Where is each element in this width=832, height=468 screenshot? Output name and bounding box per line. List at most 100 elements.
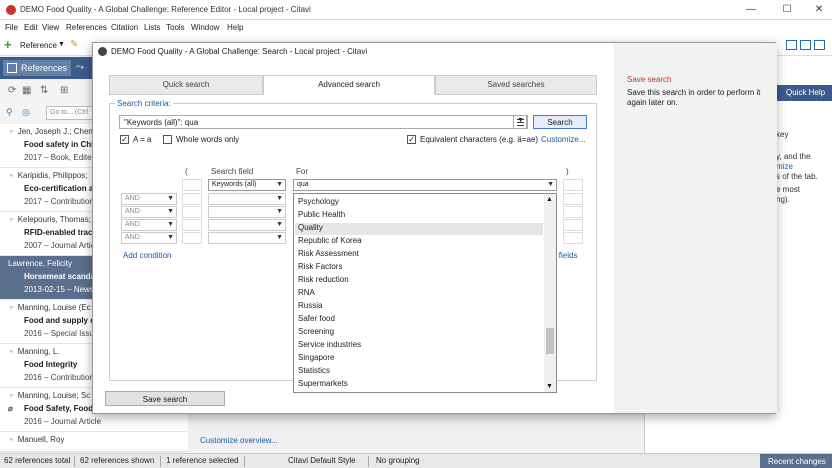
tab-quick-search[interactable]: Quick search — [109, 75, 263, 95]
add-condition-link[interactable]: Add condition — [123, 251, 171, 260]
menu-file[interactable]: File — [5, 23, 18, 32]
menu-help[interactable]: Help — [227, 23, 243, 32]
close-paren-box[interactable] — [563, 206, 583, 218]
maximize-icon[interactable]: ☐ — [780, 3, 794, 17]
dropdown-item[interactable]: Screening — [298, 327, 334, 339]
operator-select[interactable]: AND ▼ — [121, 232, 177, 244]
recent-changes-button[interactable]: Recent changes — [760, 454, 832, 468]
reference-author: Manning, L. — [17, 347, 60, 356]
reference-meta: 2016 – Journal Article — [24, 417, 101, 426]
open-paren-header: ( — [185, 167, 188, 176]
reference-button[interactable]: Reference — [20, 41, 57, 50]
open-paren-box[interactable] — [182, 219, 202, 231]
close-paren-box[interactable] — [563, 193, 583, 205]
grouping[interactable]: No grouping — [376, 456, 420, 465]
keyword-dropdown-list[interactable]: Psychology Public Health Quality Republi… — [293, 193, 557, 393]
dropdown-item[interactable]: RNA — [298, 288, 315, 300]
dropdown-item[interactable]: Risk Factors — [298, 262, 342, 274]
help-text-fragment: ng). — [776, 195, 790, 204]
search-field-select[interactable]: Keywords (all) ▼ — [208, 179, 286, 191]
status-bar: 62 references total 62 references shown … — [0, 453, 832, 468]
dropdown-item-highlighted[interactable]: Quality — [295, 223, 543, 235]
minimize-icon[interactable]: — — [744, 3, 758, 17]
close-paren-box[interactable] — [563, 219, 583, 231]
operator-value: AND — [125, 221, 140, 228]
menu-view[interactable]: View — [42, 23, 59, 32]
scrollbar-thumb[interactable] — [546, 328, 554, 354]
dropdown-item[interactable]: Psychology — [298, 197, 339, 209]
refresh-icon[interactable]: ⟳ — [8, 85, 16, 96]
case-insensitive-checkbox[interactable]: ✓ — [120, 135, 129, 144]
layout-icon[interactable] — [786, 40, 797, 50]
search-field-select[interactable]: ▼ — [208, 232, 286, 244]
menu-edit[interactable]: Edit — [24, 23, 38, 32]
menu-window[interactable]: Window — [191, 23, 219, 32]
dropdown-item[interactable]: Public Health — [298, 210, 345, 222]
tab-references[interactable]: References — [3, 60, 71, 76]
pen-icon[interactable]: ✎ — [70, 39, 78, 50]
menu-citation[interactable]: Citation — [111, 23, 138, 32]
quick-help-button[interactable]: Quick Help — [776, 85, 832, 101]
whole-words-checkbox[interactable] — [163, 135, 172, 144]
open-paren-box[interactable] — [182, 206, 202, 218]
open-paren-box[interactable] — [182, 179, 202, 191]
network-icon[interactable]: ⤳ — [76, 62, 84, 73]
dropdown-item[interactable]: Service industries — [298, 340, 361, 352]
go-to-input[interactable]: Go to... (Ctrl — [46, 106, 96, 120]
chevron-up-icon[interactable]: ▲ — [546, 196, 553, 203]
save-search-panel: Save search Save this search in order to… — [614, 43, 777, 413]
reference-author: Manning, Louise (Ec — [17, 303, 91, 312]
dropdown-scrollbar[interactable]: ▲ ▼ — [544, 194, 556, 392]
attachment-icon: ⌀ — [8, 404, 13, 413]
dropdown-item[interactable]: Singapore — [298, 353, 334, 365]
list-item[interactable]: ⚬ Manuell, Roy — [0, 432, 188, 452]
search-field-select[interactable]: ▼ — [208, 219, 286, 231]
globe-icon[interactable]: ◎ — [22, 107, 30, 118]
dropdown-item[interactable]: Russia — [298, 301, 322, 313]
layout-icon[interactable] — [800, 40, 811, 50]
citation-style[interactable]: Citavi Default Style — [288, 456, 356, 465]
columns-icon[interactable]: ⊞ — [60, 85, 68, 96]
hamburger-menu-button[interactable] — [513, 115, 527, 129]
close-paren-box[interactable] — [563, 232, 583, 244]
menu-lists[interactable]: Lists — [144, 23, 160, 32]
close-paren-header: ) — [566, 167, 569, 176]
menu-references[interactable]: References — [66, 23, 107, 32]
operator-select[interactable]: AND ▼ — [121, 206, 177, 218]
menu-tools[interactable]: Tools — [166, 23, 185, 32]
close-icon[interactable]: ✕ — [812, 3, 826, 17]
operator-select[interactable]: AND ▼ — [121, 219, 177, 231]
equivalent-characters-checkbox[interactable]: ✓ — [407, 135, 416, 144]
open-paren-box[interactable] — [182, 232, 202, 244]
add-icon[interactable]: + — [4, 38, 15, 51]
tab-advanced-search[interactable]: Advanced search — [263, 75, 435, 95]
dropdown-item[interactable]: Republic of Korea — [298, 236, 362, 248]
open-paren-box[interactable] — [182, 193, 202, 205]
chevron-down-icon[interactable]: ▼ — [546, 383, 553, 390]
for-input[interactable]: qua ▼ — [293, 179, 557, 191]
status-selected: 1 reference selected — [166, 456, 239, 465]
dropdown-item[interactable]: Risk Assessment — [298, 249, 359, 261]
dropdown-item[interactable]: Supermarkets — [298, 379, 348, 391]
search-button[interactable]: Search — [533, 115, 587, 129]
tab-saved-searches[interactable]: Saved searches — [435, 75, 597, 95]
dropdown-item[interactable]: Safer food — [298, 314, 335, 326]
sort-icon[interactable]: ⇅ — [40, 85, 48, 96]
layout-icon[interactable] — [814, 40, 825, 50]
search-field-select[interactable]: ▼ — [208, 193, 286, 205]
customize-overview-link[interactable]: Customize overview... — [200, 436, 278, 445]
close-paren-box[interactable] — [563, 179, 583, 191]
search-field-header: Search field — [211, 167, 254, 176]
search-icon[interactable]: ⚲ — [6, 107, 13, 118]
chevron-down-icon[interactable]: ▼ — [58, 41, 65, 48]
dropdown-item[interactable]: Risk reduction — [298, 275, 349, 287]
search-field-select[interactable]: ▼ — [208, 206, 286, 218]
chevron-down-icon: ▼ — [547, 181, 554, 188]
customize-link[interactable]: Customize... — [541, 135, 585, 144]
search-query-field[interactable]: "Keywords (all)": qua ▼ — [119, 115, 528, 129]
dropdown-item[interactable]: Statistics — [298, 366, 330, 378]
help-link-fragment[interactable]: mize — [776, 162, 793, 171]
filter-icon[interactable]: ▦ — [22, 85, 31, 96]
operator-select[interactable]: AND ▼ — [121, 193, 177, 205]
save-search-button[interactable]: Save search — [105, 391, 225, 406]
